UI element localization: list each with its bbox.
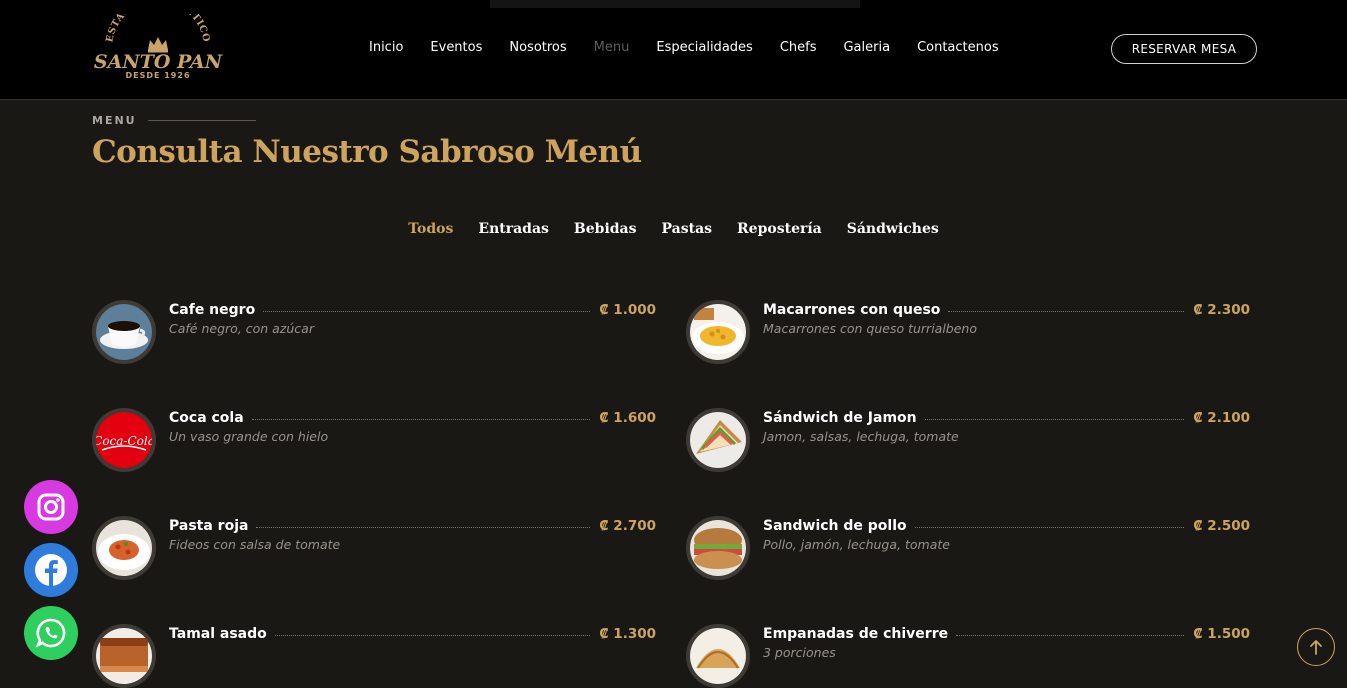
nav-item-especialidades[interactable]: Especialidades	[656, 40, 752, 55]
dotted-leader	[956, 634, 1185, 636]
item-name: Empanadas de chiverre	[763, 626, 949, 642]
whatsapp-button[interactable]	[24, 606, 78, 660]
whatsapp-icon	[35, 618, 66, 648]
item-price: ₡ 2.100	[1193, 410, 1250, 426]
item-description: Macarrones con queso turrialbeno	[763, 321, 978, 336]
svg-text:DESDE 1926: DESDE 1926	[125, 71, 190, 80]
item-price: ₡ 2.700	[599, 518, 656, 534]
item-name: Coca cola	[169, 410, 244, 426]
eyebrow-label: MENU	[92, 114, 137, 127]
menu-item[interactable]: Tamal asado ₡ 1.300	[92, 624, 657, 688]
reserve-table-button[interactable]: RESERVAR MESA	[1111, 34, 1257, 64]
dotted-leader	[924, 418, 1185, 420]
brand-logo[interactable]: ESTACIÓN ATLÁNTICO SANTO PAN DESDE 1926	[92, 14, 224, 84]
instagram-icon	[37, 493, 65, 521]
svg-text:SANTO PAN: SANTO PAN	[94, 51, 223, 73]
filter-tab-pastas[interactable]: Pastas	[662, 221, 713, 237]
arrow-up-icon	[1310, 640, 1322, 655]
nav-item-inicio[interactable]: Inicio	[369, 40, 403, 55]
item-name: Pasta roja	[169, 518, 249, 534]
facebook-icon	[35, 554, 67, 586]
item-name: Sandwich de pollo	[763, 518, 907, 534]
item-name: Sándwich de Jamon	[763, 410, 917, 426]
filter-tab-reposteria[interactable]: Repostería	[737, 221, 822, 237]
dotted-leader	[256, 526, 591, 528]
nav-item-menu[interactable]: Menu	[594, 40, 630, 55]
item-name: Tamal asado	[169, 626, 267, 642]
page-title: Consulta Nuestro Sabroso Menú	[92, 134, 642, 170]
ham-sandwich-icon	[686, 408, 750, 472]
empanada-icon	[686, 624, 750, 688]
coca-cola-icon: Coca-Cola	[92, 408, 156, 472]
item-price: ₡ 2.300	[1193, 302, 1250, 318]
item-price: ₡ 1.600	[599, 410, 656, 426]
coffee-cup-icon	[92, 300, 156, 364]
nav-item-nosotros[interactable]: Nosotros	[509, 40, 566, 55]
dotted-leader	[251, 418, 591, 420]
item-price: ₡ 1.300	[599, 626, 656, 642]
eyebrow-divider	[147, 120, 256, 121]
menu-item[interactable]: Sandwich de pollo ₡ 2.500 Pollo, jamón, …	[686, 516, 1251, 580]
nav-item-galeria[interactable]: Galeria	[843, 40, 890, 55]
dotted-leader	[263, 310, 591, 312]
nav-item-eventos[interactable]: Eventos	[430, 40, 482, 55]
item-description: 3 porciones	[763, 645, 836, 660]
instagram-button[interactable]	[24, 480, 78, 534]
scroll-top-button[interactable]	[1297, 628, 1335, 666]
menu-item[interactable]: Coca-Cola Coca cola ₡ 1.600 Un vaso gran…	[92, 408, 657, 472]
item-name: Cafe negro	[169, 302, 256, 318]
dotted-leader	[948, 310, 1185, 312]
menu-item[interactable]: Sándwich de Jamon ₡ 2.100 Jamon, salsas,…	[686, 408, 1251, 472]
filter-tab-sandwiches[interactable]: Sándwiches	[847, 221, 939, 237]
main-nav: Inicio Eventos Nosotros Menu Especialida…	[369, 40, 1026, 55]
filter-tab-bebidas[interactable]: Bebidas	[574, 221, 637, 237]
chicken-sandwich-icon	[686, 516, 750, 580]
item-price: ₡ 1.500	[1193, 626, 1250, 642]
menu-item[interactable]: Empanadas de chiverre ₡ 1.500 3 porcione…	[686, 624, 1251, 688]
top-strip	[490, 0, 860, 8]
facebook-button[interactable]	[24, 543, 78, 597]
item-description: Jamon, salsas, lechuga, tomate	[763, 429, 959, 444]
dotted-leader	[274, 634, 591, 636]
item-description: Pollo, jamón, lechuga, tomate	[763, 537, 950, 552]
item-description: Un vaso grande con hielo	[169, 429, 329, 444]
menu-item[interactable]: Pasta roja ₡ 2.700 Fideos con salsa de t…	[92, 516, 657, 580]
filter-tab-entradas[interactable]: Entradas	[478, 221, 549, 237]
nav-item-contactenos[interactable]: Contactenos	[917, 40, 999, 55]
pasta-plate-icon	[92, 516, 156, 580]
item-name: Macarrones con queso	[763, 302, 941, 318]
filter-tab-todos[interactable]: Todos	[408, 221, 453, 237]
item-price: ₡ 2.500	[1193, 518, 1250, 534]
dotted-leader	[914, 526, 1185, 528]
item-price: ₡ 1.000	[599, 302, 656, 318]
mac-cheese-icon	[686, 300, 750, 364]
item-description: Fideos con salsa de tomate	[169, 537, 341, 552]
top-navbar: ESTACIÓN ATLÁNTICO SANTO PAN DESDE 1926 …	[0, 0, 1347, 100]
nav-item-chefs[interactable]: Chefs	[780, 40, 817, 55]
menu-filter-tabs: Todos Entradas Bebidas Pastas Repostería…	[0, 221, 1347, 237]
menu-item[interactable]: Cafe negro ₡ 1.000 Café negro, con azúca…	[92, 300, 657, 364]
item-description: Café negro, con azúcar	[169, 321, 314, 336]
cake-slice-icon	[92, 624, 156, 688]
menu-item[interactable]: Macarrones con queso ₡ 2.300 Macarrones …	[686, 300, 1251, 364]
section-eyebrow: MENU	[92, 114, 256, 127]
